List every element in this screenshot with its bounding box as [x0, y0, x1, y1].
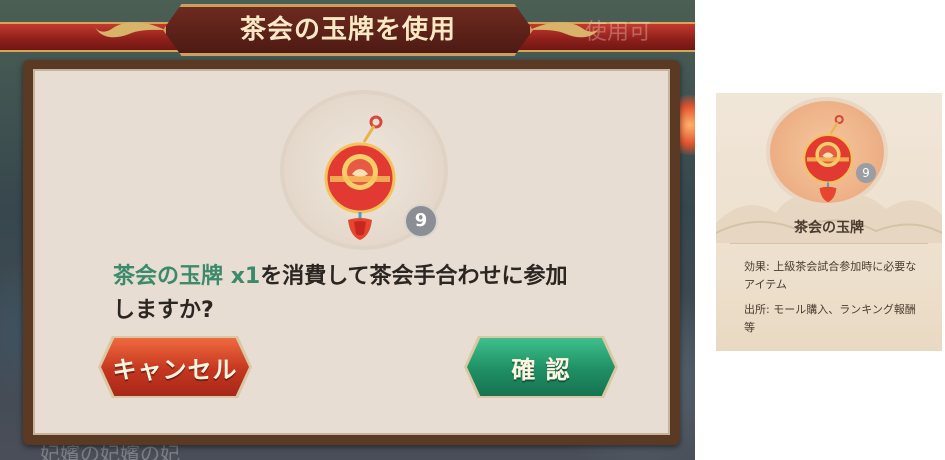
cancel-button[interactable]: キャンセル — [101, 338, 249, 396]
tea-party-jade-token-icon — [324, 115, 396, 240]
title-ornament-left-icon — [95, 22, 165, 38]
dialog-title: 茶会の玉牌を使用 — [239, 15, 456, 45]
item-quantity-highlight: x1 — [230, 264, 261, 289]
tooltip-divider — [730, 243, 928, 244]
tooltip-source-text: 出所: モール購入、ランキング報酬等 — [744, 303, 916, 334]
tea-party-jade-token-icon — [803, 114, 853, 203]
message-line2: しますか? — [113, 298, 214, 323]
confirm-button-label: 確 認 — [511, 355, 571, 384]
item-count-badge: 9 — [404, 204, 438, 238]
tooltip-effect-text: 効果: 上級茶会試合参加時に必要なアイテム — [744, 260, 917, 291]
message-line1: を消費して茶会手合わせに参加 — [260, 264, 568, 289]
title-ornament-right-icon — [530, 22, 600, 38]
confirmation-message: 茶会の玉牌 x1を消費して茶会手合わせに参加 しますか? — [113, 260, 653, 328]
tooltip-count-badge: 9 — [856, 163, 876, 183]
tooltip-item-name: 茶会の玉牌 — [794, 220, 864, 236]
cancel-button-label: キャンセル — [112, 355, 238, 384]
item-tooltip-card: 9 茶会の玉牌 効果: 上級茶会試合参加時に必要なアイテム 出所: モール購入、… — [716, 93, 942, 351]
confirm-button[interactable]: 確 認 — [467, 338, 615, 396]
item-name-highlight: 茶会の玉牌 — [113, 264, 224, 289]
